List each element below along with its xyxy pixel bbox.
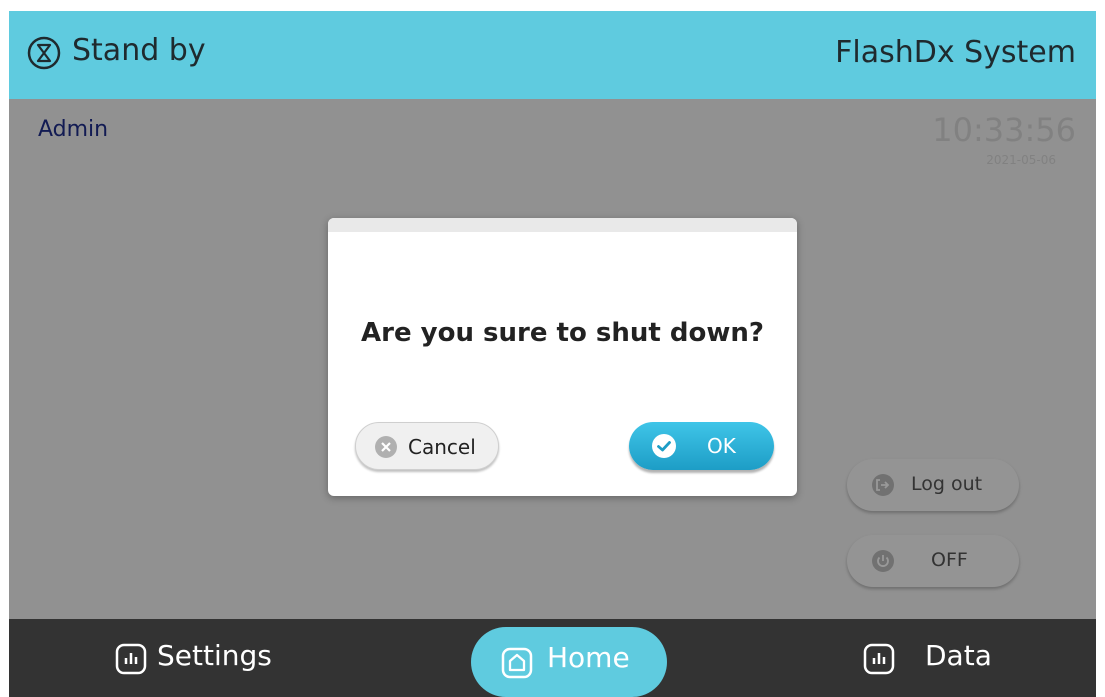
cancel-label: Cancel xyxy=(408,435,476,459)
close-circle-icon xyxy=(375,436,397,458)
bar-chart-icon xyxy=(115,643,147,675)
nav-data[interactable]: Data xyxy=(863,635,1013,681)
bar-chart-icon xyxy=(863,643,895,675)
bottom-nav: Settings Home Data xyxy=(9,619,1096,697)
shutdown-dialog: Are you sure to shut down? Cancel OK xyxy=(328,218,797,496)
home-icon xyxy=(501,647,533,679)
ok-button[interactable]: OK xyxy=(629,422,774,470)
header-bar: Stand by FlashDx System xyxy=(9,11,1096,99)
app-screen: Stand by FlashDx System Admin 10:33:56 2… xyxy=(9,11,1096,697)
nav-settings-label: Settings xyxy=(157,639,272,672)
system-name: FlashDx System xyxy=(835,35,1076,70)
hourglass-icon xyxy=(27,36,61,70)
status-text: Stand by xyxy=(72,33,206,68)
nav-data-label: Data xyxy=(925,639,992,672)
nav-home[interactable]: Home xyxy=(471,627,667,697)
check-circle-icon xyxy=(652,434,676,458)
nav-settings[interactable]: Settings xyxy=(115,635,295,681)
nav-home-label: Home xyxy=(547,641,630,674)
dialog-message: Are you sure to shut down? xyxy=(361,318,764,348)
cancel-button[interactable]: Cancel xyxy=(355,422,499,470)
dialog-top-bar xyxy=(328,218,797,232)
ok-label: OK xyxy=(707,434,736,458)
